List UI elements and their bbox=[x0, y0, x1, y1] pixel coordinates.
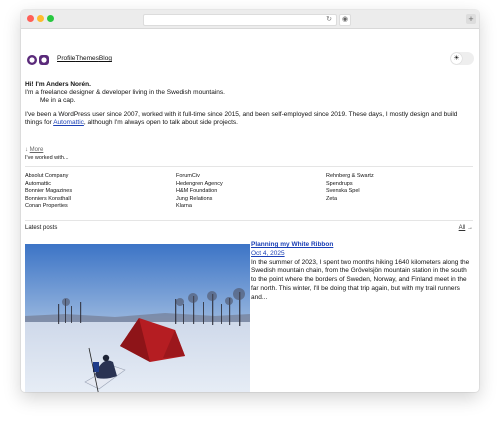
nav-profile[interactable]: Profile bbox=[57, 55, 75, 62]
browser-toolbar: ↻ ◉ + bbox=[21, 10, 479, 29]
client-item: Svenska Spel bbox=[326, 188, 360, 194]
intro: Hi! I'm Anders Norén. I'm a freelance de… bbox=[25, 81, 473, 127]
client-item: Absolut Company bbox=[25, 173, 69, 179]
latest-posts-header: Latest posts All → bbox=[25, 225, 473, 231]
client-item: Spendrups bbox=[326, 180, 353, 187]
arrow-right-icon: → bbox=[467, 225, 473, 231]
sun-icon: ☀ bbox=[451, 53, 462, 64]
nav-themes[interactable]: Themes bbox=[75, 55, 98, 62]
intro-caption: Me in a cap. bbox=[40, 97, 76, 104]
latest-posts-title: Latest posts bbox=[25, 225, 58, 231]
automattic-link[interactable]: Automattic bbox=[53, 119, 84, 126]
address-bar[interactable]: ↻ bbox=[143, 14, 337, 26]
winter-tent-photo bbox=[25, 244, 250, 392]
divider bbox=[25, 166, 473, 167]
more-toggle[interactable]: ↓ More bbox=[25, 147, 43, 153]
client-column-3: Rehnberg & Swartz Spendrups Svenska Spel… bbox=[326, 173, 374, 203]
divider bbox=[25, 220, 473, 221]
arrow-down-icon: ↓ bbox=[25, 147, 28, 153]
logo-icon[interactable] bbox=[26, 54, 50, 66]
nav-blog[interactable]: Blog bbox=[99, 55, 112, 62]
intro-heading: Hi! I'm Anders Norén. bbox=[25, 81, 91, 88]
browser-window: ↻ ◉ + ProfileThemesBlog ☀ Hi! I'm Anders… bbox=[21, 10, 479, 392]
client-item: Jung Relations bbox=[176, 195, 213, 202]
post-image[interactable] bbox=[25, 244, 250, 392]
client-item: Conan Properties bbox=[25, 203, 68, 209]
extension-icon[interactable]: ◉ bbox=[339, 14, 351, 26]
close-window-button[interactable] bbox=[27, 15, 34, 22]
client-column-2: ForumCiv Hedengren Agency H&M Foundation… bbox=[176, 173, 223, 211]
plus-icon[interactable]: + bbox=[466, 14, 476, 24]
zoom-window-button[interactable] bbox=[47, 15, 54, 22]
client-item: Klarna bbox=[176, 203, 192, 209]
client-item: H&M Foundation bbox=[176, 188, 218, 194]
minimize-window-button[interactable] bbox=[37, 15, 44, 22]
theme-toggle[interactable]: ☀ bbox=[450, 52, 474, 65]
client-item: Bonniers Konsthall bbox=[25, 195, 71, 202]
client-column-1: Absolut Company Automattic Bonnier Magaz… bbox=[25, 173, 72, 211]
client-item: Automattic bbox=[25, 180, 51, 187]
post-excerpt: In the summer of 2023, I spent two month… bbox=[251, 258, 470, 301]
worked-with-label: I've worked with... bbox=[25, 155, 69, 161]
client-item: Hedengren Agency bbox=[176, 180, 223, 187]
site-header: ProfileThemesBlog ☀ bbox=[25, 50, 474, 70]
post-title-link[interactable]: Planning my White Ribbon bbox=[251, 241, 333, 248]
intro-line: I'm a freelance designer & developer liv… bbox=[25, 89, 225, 96]
main-nav: ProfileThemesBlog bbox=[57, 55, 112, 62]
reload-icon[interactable]: ↻ bbox=[326, 15, 332, 25]
client-item: ForumCiv bbox=[176, 173, 200, 179]
post-summary: Planning my White Ribbon Oct 4, 2025 In … bbox=[251, 241, 473, 303]
client-item: Bonnier Magazines bbox=[25, 188, 73, 194]
client-item: Rehnberg & Swartz bbox=[326, 173, 374, 179]
client-item: Zeta bbox=[326, 195, 338, 202]
intro-paragraph: I've been a WordPress user since 2007, w… bbox=[25, 111, 458, 126]
all-posts-link[interactable]: All → bbox=[459, 225, 473, 231]
post-date[interactable]: Oct 4, 2025 bbox=[251, 250, 285, 257]
